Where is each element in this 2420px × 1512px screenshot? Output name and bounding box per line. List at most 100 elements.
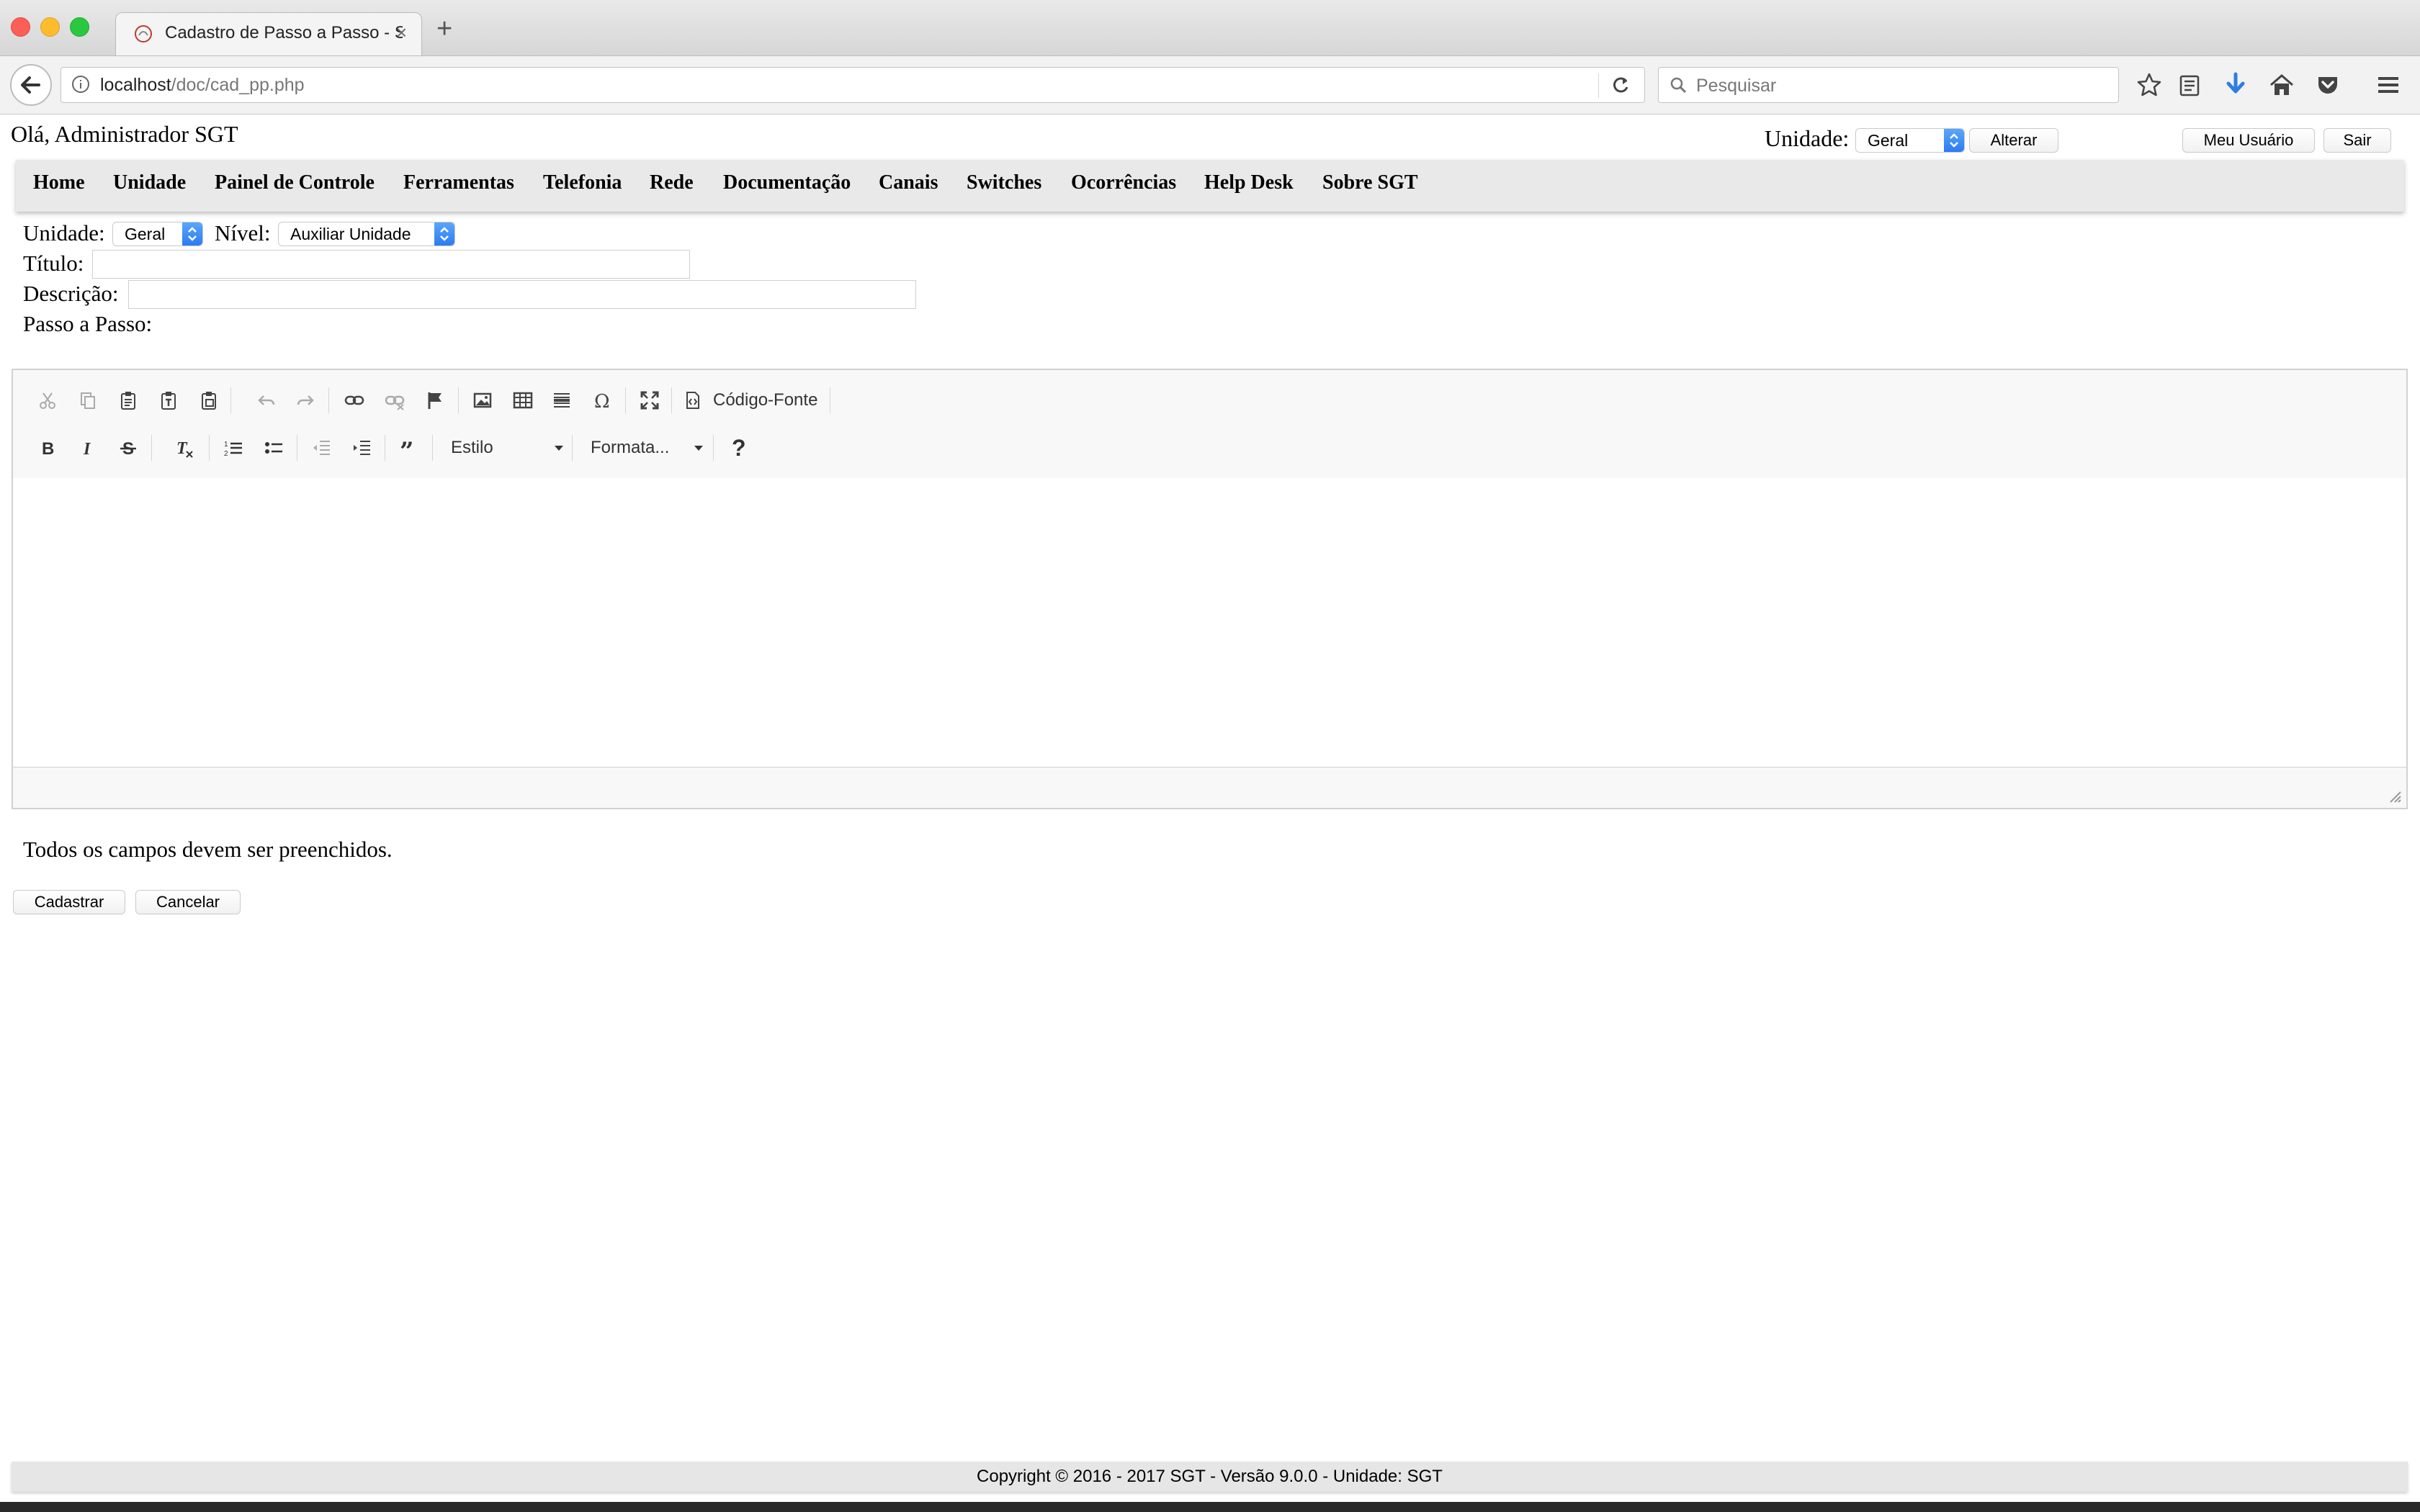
table-button[interactable] (507, 384, 539, 416)
menu-item-documentacao[interactable]: Documentação (723, 171, 851, 194)
redo-icon (297, 395, 314, 405)
cancel-button[interactable]: Cancelar (135, 890, 241, 914)
numbered-list-button[interactable]: 12 (218, 432, 249, 464)
header-unit-select[interactable]: Geral (1855, 128, 1965, 153)
my-user-button[interactable]: Meu Usuário (2182, 128, 2315, 153)
downloads-icon[interactable] (2221, 71, 2250, 99)
reload-icon[interactable] (1611, 75, 1631, 95)
search-bar[interactable]: Pesquisar (1658, 67, 2119, 103)
hamburger-menu-icon[interactable] (2374, 71, 2403, 99)
favicon-icon (135, 25, 152, 42)
paste-word-icon (202, 392, 216, 410)
browser-nav-bar: localhost/doc/cad_pp.php Pesquisar (0, 56, 2420, 114)
form-level-value: Auxiliar Unidade (290, 225, 411, 243)
menu-item-home[interactable]: Home (33, 171, 85, 194)
cut-button[interactable] (32, 384, 63, 416)
menu-item-ocorrencias[interactable]: Ocorrências (1071, 171, 1176, 194)
remove-format-icon: T (176, 439, 193, 458)
menu-item-canais[interactable]: Canais (879, 171, 938, 194)
search-placeholder: Pesquisar (1696, 76, 1777, 96)
url-text[interactable]: localhost/doc/cad_pp.php (100, 75, 305, 96)
svg-text:1: 1 (224, 441, 228, 449)
table-icon (513, 392, 533, 409)
style-combo[interactable]: Estilo (439, 432, 566, 464)
title-input[interactable] (92, 250, 690, 279)
bold-button[interactable]: B (32, 432, 63, 464)
select-arrows-icon (434, 222, 454, 246)
editor-content-area[interactable] (13, 478, 2406, 766)
special-char-button[interactable]: Ω (586, 384, 618, 416)
format-combo[interactable]: Formata... (579, 432, 706, 464)
site-info-icon[interactable] (71, 75, 90, 94)
browser-tab[interactable]: Cadastro de Passo a Passo - SGT × (115, 12, 422, 55)
menu-item-switches[interactable]: Switches (967, 171, 1041, 194)
logout-button[interactable]: Sair (2323, 128, 2391, 153)
form-level-label: Nível: (215, 220, 271, 246)
strike-button[interactable]: S (112, 432, 144, 464)
unlink-button[interactable] (379, 384, 411, 416)
chevron-down-icon (555, 446, 563, 451)
help-button[interactable]: ? (723, 432, 755, 464)
paste-word-button[interactable] (193, 384, 225, 416)
browser-tab-bar: Cadastro de Passo a Passo - SGT × + (0, 0, 2420, 56)
copy-button[interactable] (72, 384, 104, 416)
outdent-button[interactable] (305, 432, 337, 464)
maximize-icon (640, 391, 659, 410)
window-maximize-button[interactable] (70, 17, 89, 37)
maximize-button[interactable] (634, 384, 666, 416)
home-icon[interactable] (2267, 71, 2296, 99)
remove-format-button[interactable]: T (169, 432, 200, 464)
blockquote-button[interactable]: ” (393, 432, 425, 464)
back-button[interactable] (10, 64, 52, 106)
menu-item-sobre-sgt[interactable]: Sobre SGT (1322, 171, 1418, 194)
address-bar[interactable]: localhost/doc/cad_pp.php (60, 67, 1645, 103)
rich-text-editor: Ω Código-Fonte B I S T 12 ” Estilo Forma… (12, 369, 2408, 809)
italic-icon: I (83, 440, 91, 458)
italic-button[interactable]: I (72, 432, 104, 464)
outdent-icon (313, 441, 330, 455)
source-code-button[interactable]: Código-Fonte (677, 384, 828, 416)
undo-button[interactable] (251, 384, 282, 416)
window-minimize-button[interactable] (40, 17, 60, 37)
form-level-select[interactable]: Auxiliar Unidade (278, 222, 455, 246)
toolbar-separator (151, 435, 152, 461)
style-combo-label: Estilo (451, 438, 493, 457)
tab-close-icon[interactable]: × (396, 22, 407, 44)
select-arrows-icon (182, 222, 202, 246)
pocket-icon[interactable] (2313, 71, 2342, 99)
change-unit-button[interactable]: Alterar (1969, 128, 2058, 153)
bookmarks-library-icon[interactable] (2175, 71, 2204, 99)
svg-text:T: T (176, 439, 188, 458)
menu-item-painel-de-controle[interactable]: Painel de Controle (215, 171, 375, 194)
window-close-button[interactable] (11, 17, 30, 37)
horizontal-line-button[interactable] (546, 384, 578, 416)
menu-item-help-desk[interactable]: Help Desk (1204, 171, 1294, 194)
bold-icon: B (42, 439, 54, 458)
anchor-button[interactable] (419, 384, 451, 416)
paste-button[interactable] (112, 384, 144, 416)
submit-button[interactable]: Cadastrar (13, 890, 125, 914)
bookmark-star-icon[interactable] (2135, 71, 2164, 99)
new-tab-button[interactable]: + (436, 15, 452, 42)
toolbar-separator (230, 387, 231, 413)
redo-button[interactable] (290, 384, 321, 416)
resize-handle-icon[interactable] (2386, 788, 2402, 804)
form-unit-select[interactable]: Geral (112, 222, 203, 246)
description-input[interactable] (128, 280, 916, 309)
toolbar-separator (209, 435, 210, 461)
svg-text:Ω: Ω (594, 391, 610, 410)
menu-item-rede[interactable]: Rede (650, 171, 694, 194)
menu-item-telefonia[interactable]: Telefonia (543, 171, 622, 194)
link-button[interactable] (339, 384, 370, 416)
indent-button[interactable] (346, 432, 377, 464)
menu-item-ferramentas[interactable]: Ferramentas (403, 171, 514, 194)
paste-text-button[interactable] (153, 384, 184, 416)
bulleted-list-button[interactable] (258, 432, 290, 464)
menu-item-unidade[interactable]: Unidade (113, 171, 186, 194)
image-button[interactable] (467, 384, 498, 416)
source-code-label: Código-Fonte (713, 390, 818, 410)
indent-icon (354, 441, 370, 455)
toolbar-separator (625, 387, 626, 413)
tab-title: Cadastro de Passo a Passo - SGT (165, 23, 403, 42)
strikethrough-icon: S (120, 439, 136, 458)
